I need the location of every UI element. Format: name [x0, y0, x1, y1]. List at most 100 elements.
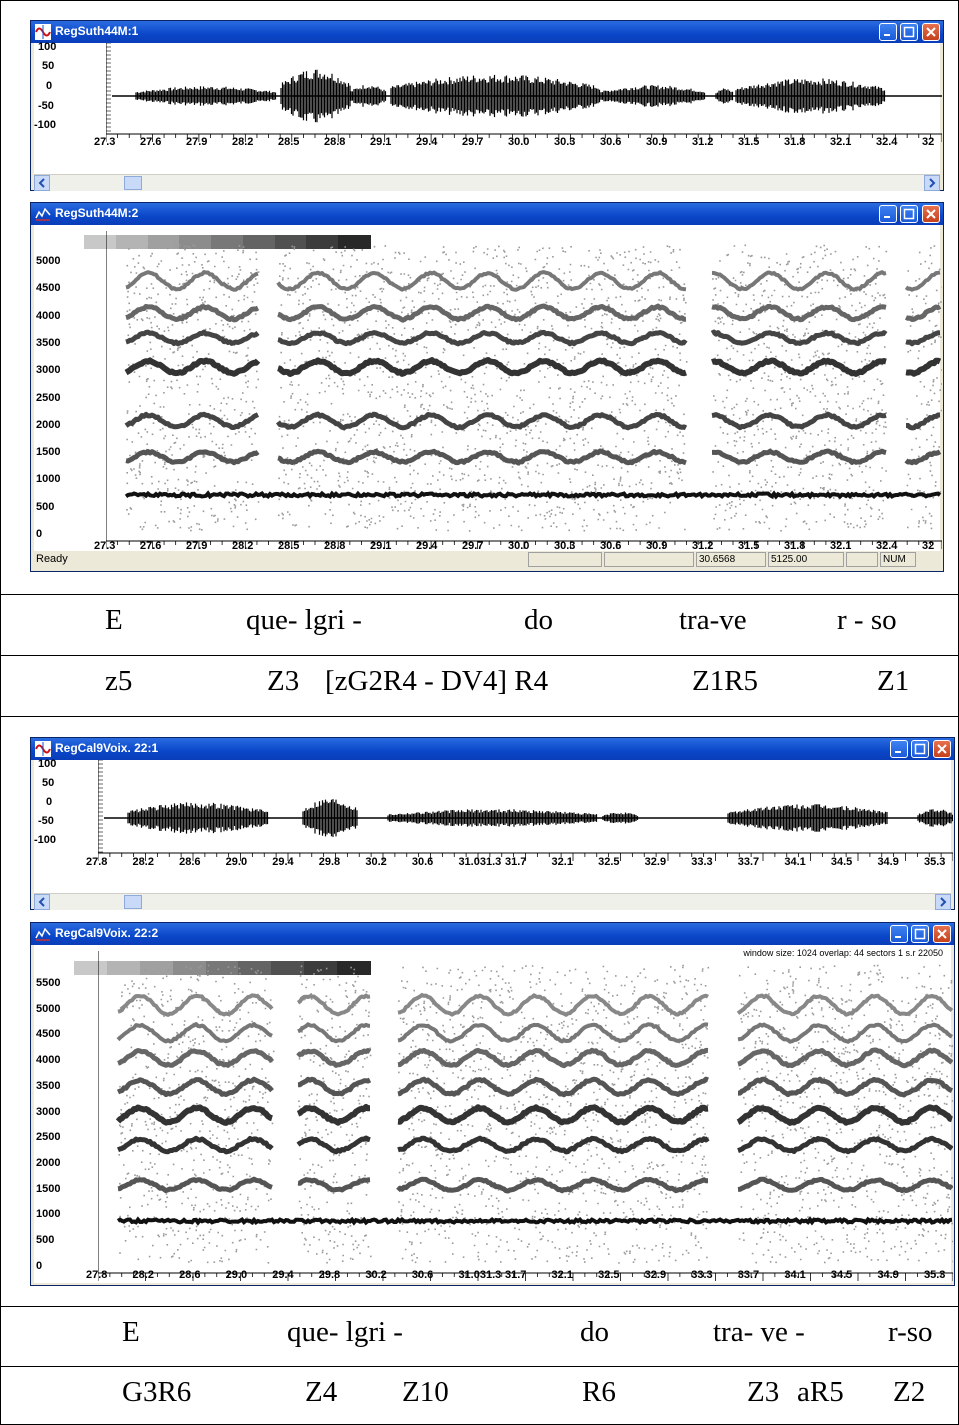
code-label: aR5 — [797, 1376, 844, 1408]
scroll-thumb[interactable] — [124, 176, 142, 190]
minimize-button[interactable] — [890, 740, 908, 758]
maximize-icon — [903, 208, 915, 220]
spectrogram-app-icon — [35, 207, 51, 221]
x-tick-label: 27.6 — [140, 136, 162, 148]
scroll-left-button[interactable] — [34, 175, 50, 191]
code-label: Z2 — [893, 1376, 926, 1408]
y-tick-label: 4500 — [36, 282, 61, 295]
x-tick-label: 29.7 — [462, 136, 484, 148]
code-label: [zG2R4 - DV4] R4 — [325, 665, 549, 697]
close-icon — [926, 27, 936, 37]
waveform-graph[interactable] — [98, 760, 953, 893]
code-label: Z10 — [402, 1376, 449, 1408]
spectrogram-image — [106, 231, 942, 549]
code-label: Z3 — [267, 665, 300, 697]
x-tick-label: 30.6 — [411, 1269, 434, 1281]
code-label: Z4 — [305, 1376, 338, 1408]
x-tick-label: 28.2 — [132, 1269, 154, 1281]
x-tick-label: 27.9 — [186, 136, 208, 148]
horizontal-scrollbar[interactable] — [34, 174, 940, 191]
status-ready: Ready — [36, 553, 68, 565]
x-tick-label: 27.8 — [86, 856, 108, 868]
x-tick-label: 31.8 — [784, 136, 806, 148]
status-pane — [604, 552, 694, 567]
x-tick-label: 31.2 — [692, 136, 714, 148]
y-tick-label: 1500 — [36, 1182, 61, 1195]
spectrogram-graph[interactable] — [106, 225, 942, 551]
window-title: RegCal9Voix. 22:1 — [55, 741, 159, 755]
x-tick-label: 33.3 — [691, 856, 713, 868]
x-tick-label: 29.8 — [318, 1269, 341, 1281]
status-pane — [846, 552, 878, 567]
maximize-button[interactable] — [911, 740, 929, 758]
scroll-right-button[interactable] — [935, 894, 951, 910]
lyric-syllable: r-so — [888, 1316, 933, 1348]
x-tick-label: 35.3 — [924, 1269, 946, 1281]
y-tick-label: 100 — [38, 758, 57, 770]
code-label: Z1 — [877, 665, 910, 697]
y-tick-label: 5500 — [36, 977, 61, 989]
y-tick-label: 500 — [36, 1234, 55, 1246]
lyric-syllable: que- lgri - — [287, 1316, 403, 1348]
maximize-button[interactable] — [900, 23, 918, 41]
status-bar: Ready 30.6568 5125.00 NUM — [34, 551, 940, 569]
divider-line — [0, 655, 959, 656]
close-button[interactable] — [933, 925, 951, 943]
x-tick-label: 30.2 — [365, 856, 387, 868]
title-bar[interactable]: RegCal9Voix. 22:2 — [31, 923, 954, 945]
waveform-graph[interactable] — [106, 43, 942, 174]
lyric-syllable: do — [524, 604, 553, 636]
code-label: G3R6 — [122, 1376, 192, 1408]
scroll-thumb[interactable] — [124, 895, 142, 909]
x-tick-label: 30.9 — [646, 136, 668, 148]
close-icon — [937, 744, 947, 754]
divider-line — [0, 1306, 959, 1307]
minimize-button[interactable] — [879, 205, 897, 223]
minimize-button[interactable] — [890, 925, 908, 943]
x-tick-label: 32.1 — [830, 136, 852, 148]
y-tick-label: 1000 — [36, 1208, 61, 1221]
x-tick-label: 31.031.3 — [458, 856, 502, 868]
horizontal-scrollbar[interactable] — [34, 893, 951, 910]
waveform-plot-area: 100 50 0 -50 -100 27.8 28.2 28.6 29.0 29.4 29… — [34, 758, 953, 893]
x-tick-label: 29.4 — [272, 856, 294, 868]
close-button[interactable] — [922, 205, 940, 223]
y-tick-label: -100 — [34, 834, 57, 846]
close-button[interactable] — [933, 740, 951, 758]
x-tick-label: 29.4 — [416, 136, 438, 148]
scroll-left-button[interactable] — [34, 894, 50, 910]
x-tick-label: 32.1 — [551, 856, 573, 868]
title-bar[interactable]: RegSuth44M:2 — [31, 203, 943, 225]
x-tick-label: 29.1 — [370, 136, 392, 148]
maximize-icon — [914, 743, 926, 755]
lyric-syllable: que- lgri - — [246, 604, 362, 636]
window-title: RegCal9Voix. 22:2 — [55, 926, 159, 940]
x-tick-label: 27.8 — [86, 1269, 108, 1281]
x-tick-label: 32.4 — [876, 136, 898, 148]
maximize-button[interactable] — [900, 205, 918, 223]
maximize-button[interactable] — [911, 925, 929, 943]
divider-line — [0, 594, 959, 595]
minimize-button[interactable] — [879, 23, 897, 41]
x-tick-label: 28.5 — [278, 136, 300, 148]
chevron-left-icon — [38, 178, 45, 188]
spectrogram-plot-area: window size: 1024 overlap: 44 sectors 1 … — [34, 945, 953, 1283]
x-tick-label: 31.5 — [738, 136, 760, 148]
y-tick-label: 4000 — [36, 309, 61, 322]
y-tick-label: 4500 — [36, 1028, 61, 1041]
title-bar[interactable]: RegCal9Voix. 22:1 — [31, 738, 954, 760]
title-bar[interactable]: RegSuth44M:1 — [31, 21, 943, 43]
scroll-right-button[interactable] — [924, 175, 940, 191]
y-tick-label: 0 — [36, 1259, 43, 1272]
bottom-lyrics-row: E que- lgri - do tra- ve - r-so — [0, 1308, 957, 1360]
spectrogram-graph[interactable] — [98, 945, 953, 1283]
x-tick-label: 34.9 — [877, 1269, 899, 1281]
lyric-syllable: r - so — [837, 604, 897, 636]
status-coord-y: 5125.00 — [768, 552, 844, 567]
x-tick-label: 31.031.3 — [458, 1269, 502, 1281]
spectrogram-plot-area: 5000 4500 4000 3500 3000 2500 2000 1500 1000 500 0… — [34, 225, 942, 552]
lyric-syllable: do — [580, 1316, 609, 1348]
x-tick-label: 30.3 — [554, 136, 576, 148]
status-num: NUM — [880, 552, 916, 567]
close-button[interactable] — [922, 23, 940, 41]
